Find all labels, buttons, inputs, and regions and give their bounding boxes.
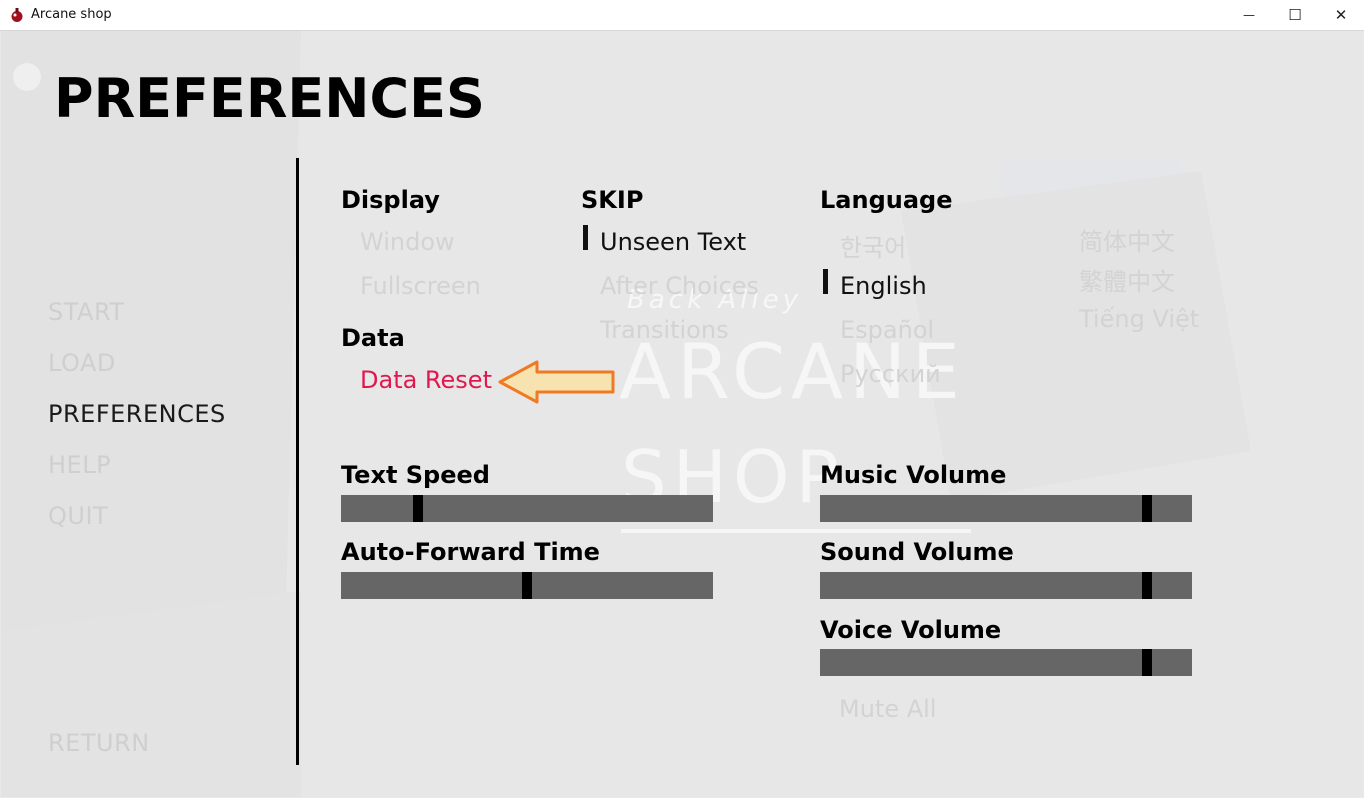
skip-after-choices-option[interactable]: After Choices [600,272,759,300]
language-chinese-simplified-option[interactable]: 简体中文 [1079,222,1175,257]
sound-volume-slider[interactable] [820,572,1192,599]
sound-volume-slider-thumb[interactable] [1142,572,1152,599]
game-screen: Back Alley ARCANE SHOP PREFERENCES START… [1,31,1363,797]
auto-forward-label: Auto-Forward Time [341,538,600,566]
voice-volume-slider[interactable] [820,649,1192,676]
music-volume-slider-thumb[interactable] [1142,495,1152,522]
maximize-icon: ☐ [1288,6,1302,24]
window-title: Arcane shop [31,7,112,22]
language-heading: Language [820,186,953,214]
minimize-icon: — [1243,8,1255,22]
skip-heading: SKIP [581,186,644,214]
maximize-button[interactable]: ☐ [1272,0,1318,30]
voice-volume-slider-thumb[interactable] [1142,649,1152,676]
nav-start[interactable]: START [48,298,125,326]
language-spanish-option[interactable]: Español [840,316,934,344]
data-reset-button[interactable]: Data Reset [360,366,492,394]
nav-preferences[interactable]: PREFERENCES [48,400,226,428]
auto-forward-slider[interactable] [341,572,713,599]
language-chinese-traditional-option[interactable]: 繁體中文 [1079,262,1175,297]
nav-return[interactable]: RETURN [48,729,150,757]
voice-volume-label: Voice Volume [820,616,1002,644]
skip-unseen-option[interactable]: Unseen Text [600,228,746,256]
display-window-option[interactable]: Window [360,228,455,256]
auto-forward-slider-thumb[interactable] [522,572,532,599]
language-russian-option[interactable]: Русский [840,360,941,388]
window-titlebar: Arcane shop — ☐ ✕ [0,0,1364,31]
close-button[interactable]: ✕ [1318,0,1364,30]
text-speed-slider[interactable] [341,495,713,522]
app-icon [11,8,23,22]
nav-quit[interactable]: QUIT [48,502,108,530]
arrow-pointer-icon [498,360,615,404]
display-fullscreen-option[interactable]: Fullscreen [360,272,481,300]
language-english-option[interactable]: English [840,272,927,300]
nav-divider [296,158,299,765]
skip-unseen-selected-marker [583,225,588,250]
mute-all-button[interactable]: Mute All [839,695,936,723]
page-title: PREFERENCES [54,67,485,130]
nav-load[interactable]: LOAD [48,349,116,377]
skip-transitions-option[interactable]: Transitions [600,316,729,344]
text-speed-label: Text Speed [341,461,490,489]
music-volume-label: Music Volume [820,461,1007,489]
language-english-selected-marker [823,269,828,294]
music-volume-slider[interactable] [820,495,1192,522]
language-vietnamese-option[interactable]: Tiếng Việt [1079,305,1199,333]
sound-volume-label: Sound Volume [820,538,1014,566]
nav-help[interactable]: HELP [48,451,111,479]
text-speed-slider-thumb[interactable] [413,495,423,522]
language-korean-option[interactable]: 한국어 [840,228,906,263]
display-heading: Display [341,186,440,214]
minimize-button[interactable]: — [1226,0,1272,30]
data-heading: Data [341,324,405,352]
close-icon: ✕ [1334,6,1348,24]
